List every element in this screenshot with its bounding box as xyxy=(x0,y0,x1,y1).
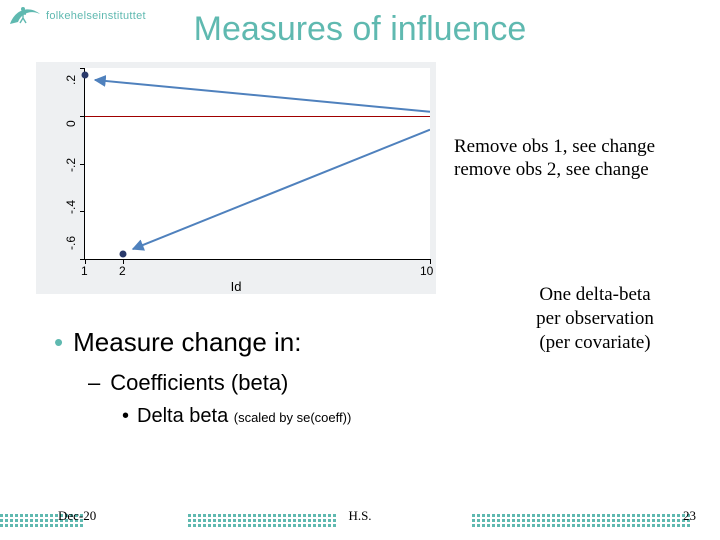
point-obs2 xyxy=(120,251,127,258)
y-tick-2: .2 xyxy=(64,75,78,85)
x-axis-label: Id xyxy=(231,279,242,294)
chart: -.6 -.4 -.2 0 .2 1 2 10 Id xyxy=(36,62,436,294)
ref-line-zero xyxy=(85,116,430,117)
footer-page: 23 xyxy=(683,508,696,524)
caption-delta-beta: One delta-beta per observation (per cova… xyxy=(500,283,690,354)
y-tick--4: -.4 xyxy=(64,200,78,214)
bullet-list: •Measure change in: –Coefficients (beta)… xyxy=(54,326,351,429)
page-title: Measures of influence xyxy=(0,10,720,49)
y-tick--2: -.2 xyxy=(64,158,78,172)
point-obs1 xyxy=(82,72,89,79)
annotation-remove-obs: Remove obs 1, see change remove obs 2, s… xyxy=(454,136,716,182)
plot-region xyxy=(84,68,430,260)
x-tick-1: 1 xyxy=(81,264,88,278)
x-tick-10: 10 xyxy=(420,264,433,278)
annotation-line2: remove obs 2, see change xyxy=(454,159,716,182)
arrows-icon xyxy=(85,68,430,259)
annotation-line1: Remove obs 1, see change xyxy=(454,136,716,159)
y-tick-0: 0 xyxy=(64,120,78,127)
footer-author: H.S. xyxy=(0,508,720,524)
bullet-coefficients: –Coefficients (beta) xyxy=(88,369,351,398)
bullet-delta-beta: •Delta beta (scaled by se(coeff)) xyxy=(122,403,351,429)
bullet-measure-change: •Measure change in: xyxy=(54,326,351,359)
x-tick-2: 2 xyxy=(119,264,126,278)
y-tick--6: -.6 xyxy=(64,236,78,250)
